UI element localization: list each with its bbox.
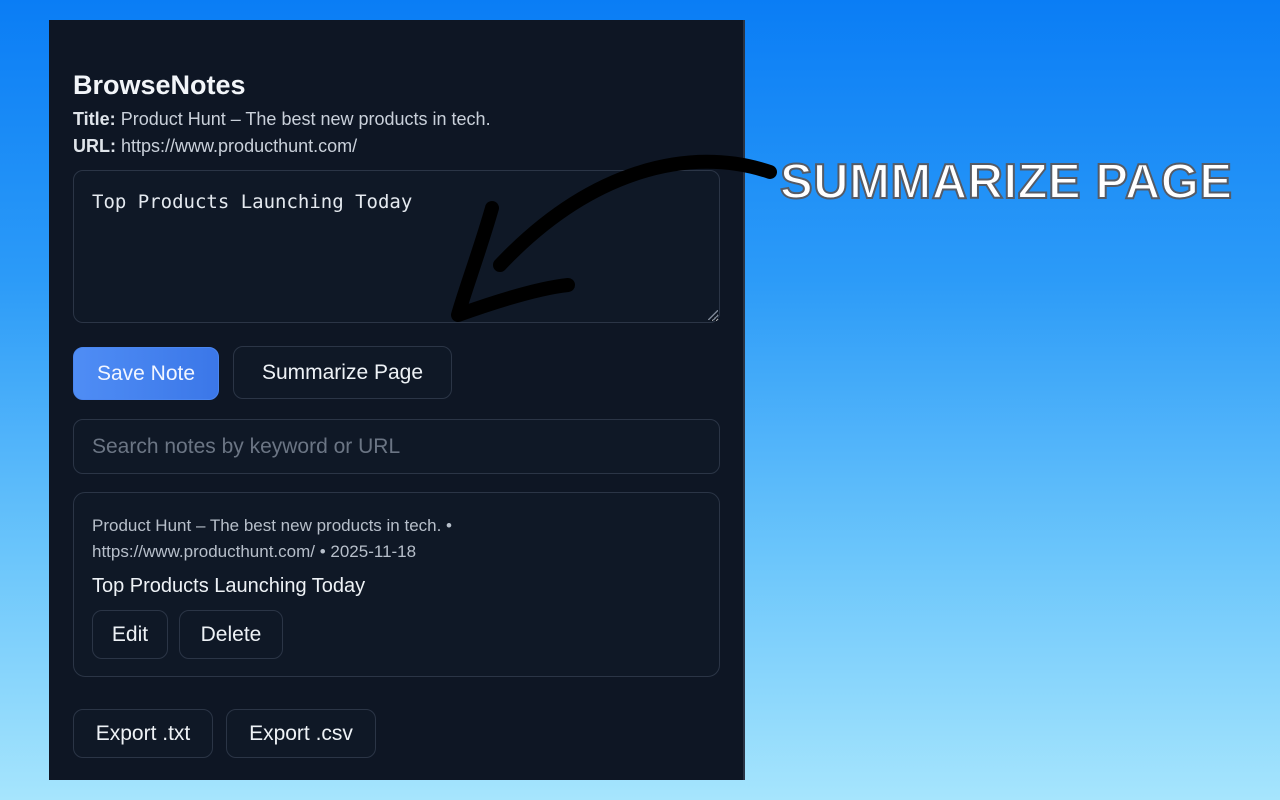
- page-url-label: URL:: [73, 136, 116, 156]
- note-card: Product Hunt – The best new products in …: [73, 492, 720, 677]
- note-text: Top Products Launching Today: [92, 575, 366, 597]
- delete-note-button[interactable]: Delete: [179, 610, 283, 659]
- edit-note-button[interactable]: Edit: [92, 610, 168, 659]
- page-title-value: Product Hunt – The best new products in …: [120, 109, 491, 129]
- export-txt-button[interactable]: Export .txt: [73, 709, 213, 758]
- page-title-row: Title: Product Hunt – The best new produ…: [73, 106, 491, 133]
- page-title-label: Title:: [73, 109, 116, 129]
- note-meta-line: Product Hunt – The best new products in …: [92, 516, 453, 535]
- export-csv-button[interactable]: Export .csv: [226, 709, 376, 758]
- note-meta: Product Hunt – The best new products in …: [92, 513, 522, 565]
- app-title: BrowseNotes: [73, 70, 246, 100]
- summarize-page-button[interactable]: Summarize Page: [233, 346, 452, 399]
- summarize-callout-text: SUMMARIZE PAGE: [779, 154, 1233, 210]
- pointer-arrow-icon: [451, 154, 777, 322]
- note-meta-line: https://www.producthunt.com/ • 2025-11-1…: [92, 542, 417, 561]
- extension-popup: BrowseNotes Title: Product Hunt – The be…: [49, 20, 745, 780]
- search-input[interactable]: [73, 419, 720, 474]
- page-url-row: URL: https://www.producthunt.com/: [73, 133, 491, 160]
- page-url-value: https://www.producthunt.com/: [121, 136, 358, 156]
- save-note-button[interactable]: Save Note: [73, 347, 219, 400]
- page-info: Title: Product Hunt – The best new produ…: [73, 106, 491, 160]
